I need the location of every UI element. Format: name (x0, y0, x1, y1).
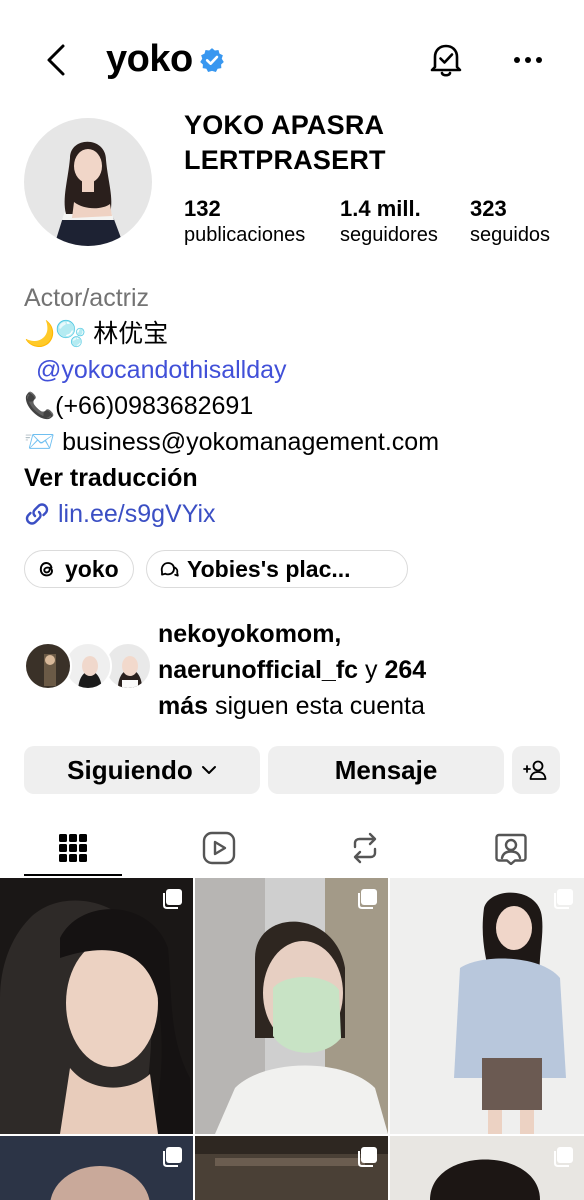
post-thumbnail[interactable] (195, 1136, 388, 1200)
profile-bio: Actor/actriz 🌙🫧 林优宝 @yokocandothisallday… (24, 280, 574, 532)
multiple-posts-icon (358, 1147, 377, 1167)
grid-icon (59, 834, 87, 862)
mutual-followers[interactable]: nekoyokomom, naerunofficial_fc y 264 más… (24, 616, 574, 722)
post-image (390, 878, 584, 1134)
following-label: seguidos (470, 224, 551, 246)
tagged-icon (495, 833, 527, 865)
bio-category: Actor/actriz (24, 284, 150, 312)
bell-icon (430, 44, 462, 77)
follow-suffix: siguen esta cuenta (208, 692, 425, 720)
profile-full-name: YOKO APASRA LERTPRASERT (184, 110, 386, 175)
posts-stat[interactable]: 132 publicaciones (184, 196, 305, 248)
bio-external-link[interactable]: lin.ee/s9gVYix (24, 496, 574, 532)
channel-chip[interactable]: Yobies's plac... (146, 550, 408, 588)
mutual-follower-name[interactable]: nekoyokomom, (158, 620, 341, 648)
threads-icon (39, 562, 53, 577)
post-thumbnail[interactable] (195, 878, 388, 1134)
following-button[interactable]: Siguiendo (24, 746, 260, 794)
suggest-people-button[interactable] (512, 746, 560, 794)
message-button[interactable]: Mensaje (268, 746, 504, 794)
tab-reposts[interactable] (292, 820, 438, 876)
more-options-button[interactable] (508, 44, 548, 76)
posts-label: publicaciones (184, 224, 306, 246)
link-icon (25, 503, 49, 525)
bio-line: 🌙🫧 林优宝 (24, 320, 169, 348)
multiple-posts-icon (163, 1147, 182, 1167)
posts-count: 132 (184, 196, 221, 221)
followers-count: 1.4 mill. (340, 196, 421, 221)
tab-reels[interactable] (146, 820, 292, 876)
threads-chip[interactable]: yoko (24, 550, 134, 588)
post-thumbnail[interactable] (390, 878, 584, 1134)
bio-email: 📨 business@yokomanagement.com (24, 428, 440, 456)
mutual-count: 264 (384, 656, 427, 684)
profile-chips: yoko Yobies's plac... (24, 550, 574, 588)
threads-chip-label: yoko (65, 555, 119, 582)
mutual-followers-text: nekoyokomom, naerunofficial_fc y 264 más… (158, 616, 558, 724)
see-translation-button[interactable]: Ver traducción (24, 460, 574, 496)
multiple-posts-icon (358, 889, 377, 909)
notifications-button[interactable] (428, 40, 464, 80)
posts-grid (0, 878, 584, 1200)
message-button-label: Mensaje (334, 754, 438, 785)
multiple-posts-icon (554, 1147, 573, 1167)
chevron-left-icon (47, 44, 65, 76)
bio-phone: 📞(+66)0983682691 (24, 392, 254, 420)
mutual-follower-name[interactable]: naerunofficial_fc (158, 656, 358, 684)
verified-badge-icon (199, 47, 224, 72)
chevron-down-icon (201, 766, 216, 774)
mutual-follower-avatar (24, 642, 72, 690)
username: yoko (106, 38, 193, 80)
multiple-posts-icon (554, 889, 573, 909)
more-word: más (158, 692, 209, 720)
following-stat[interactable]: 323 seguidos (470, 196, 550, 248)
username-header: yoko (106, 38, 225, 81)
post-thumbnail[interactable] (0, 1136, 193, 1200)
avatar-image (24, 118, 152, 246)
chat-bubbles-icon (160, 562, 179, 577)
profile-tabs (0, 820, 584, 878)
reels-icon (202, 831, 236, 865)
profile-actions: Siguiendo Mensaje (24, 746, 560, 794)
tab-grid[interactable] (0, 820, 146, 876)
multiple-posts-icon (163, 889, 182, 909)
post-image (195, 878, 388, 1134)
bio-mention-link[interactable]: @yokocandothisallday (24, 352, 574, 388)
post-thumbnail[interactable] (0, 878, 193, 1134)
repost-icon (353, 832, 377, 864)
person-add-icon (523, 760, 547, 780)
followers-label: seguidores (340, 224, 438, 246)
top-bar: yoko (0, 28, 584, 92)
channel-chip-label: Yobies's plac... (187, 555, 351, 582)
tab-tagged[interactable] (438, 820, 584, 876)
following-button-label: Siguiendo (67, 754, 193, 785)
post-thumbnail[interactable] (390, 1136, 584, 1200)
followers-stat[interactable]: 1.4 mill. seguidores (340, 196, 438, 248)
profile-avatar[interactable] (24, 118, 152, 246)
bio-link-text: lin.ee/s9gVYix (58, 500, 216, 528)
more-horizontal-icon (514, 57, 542, 63)
post-image (0, 878, 193, 1134)
back-button[interactable] (40, 40, 72, 80)
connector-text: y (358, 656, 385, 684)
profile-stats: 132 publicaciones 1.4 mill. seguidores 3… (184, 196, 574, 252)
following-count: 323 (470, 196, 507, 221)
